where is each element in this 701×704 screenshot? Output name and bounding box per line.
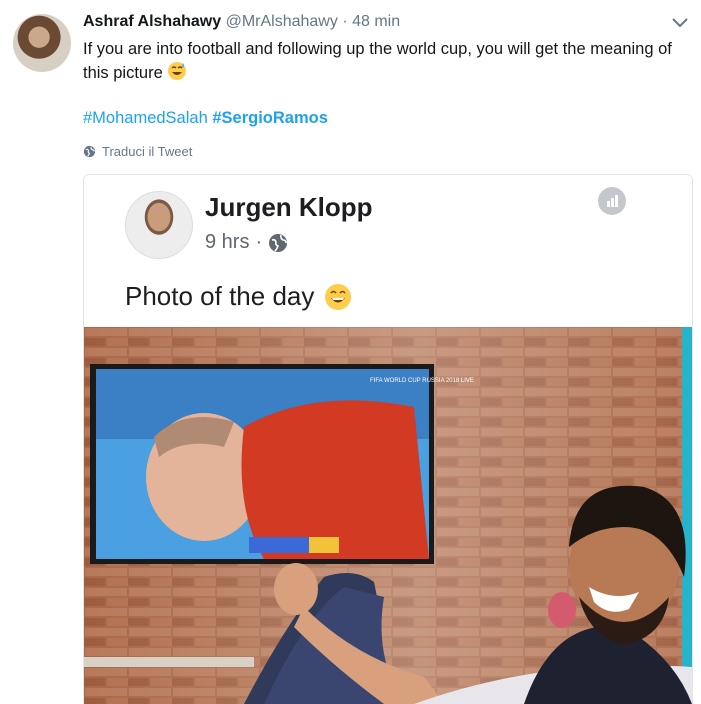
tweet-text: If you are into football and following u… [83,37,693,85]
translate-label: Traduci il Tweet [102,144,193,159]
red-jersey [241,400,429,559]
embedded-post-time: 9 hrs [205,231,250,253]
tweet-header: Ashraf Alshahawy @MrAlshahawy · 48 min [83,13,400,31]
author-display-name[interactable]: Ashraf Alshahawy [83,13,221,30]
stats-icon [598,187,626,215]
embedded-author-name: Jurgen Klopp [205,192,373,222]
embedded-post-caption: Photo of the day [125,281,315,311]
globe-icon [269,233,288,252]
embedded-post-text: Photo of the day [125,281,352,312]
grinning-sweat-emoji [168,62,187,80]
chevron-down-icon[interactable] [669,14,691,32]
globe-icon [83,145,96,158]
embedded-post-meta: 9 hrs · [205,231,288,254]
hashtag-sergioramos[interactable]: #SergioRamos [212,109,328,127]
author-handle[interactable]: @MrAlshahawy [226,13,338,30]
meta-separator: · [255,231,263,253]
translate-link[interactable]: Traduci il Tweet [83,144,192,159]
hashtags: #MohamedSalah #SergioRamos [83,109,328,128]
photo: FIFA WORLD CUP RUSSIA 2018 LIVE [84,327,692,704]
embedded-author-avatar [125,191,193,259]
tv-overlay: FIFA WORLD CUP RUSSIA 2018 LIVE [370,378,474,384]
tweet-timestamp[interactable]: · 48 min [342,13,400,30]
embedded-post-image[interactable]: Jurgen Klopp 9 hrs · Photo of the day FI… [83,174,693,704]
author-avatar[interactable] [13,14,71,72]
smiling-emoji [325,283,352,310]
hashtag-mohamedsalah[interactable]: #MohamedSalah [83,109,208,127]
